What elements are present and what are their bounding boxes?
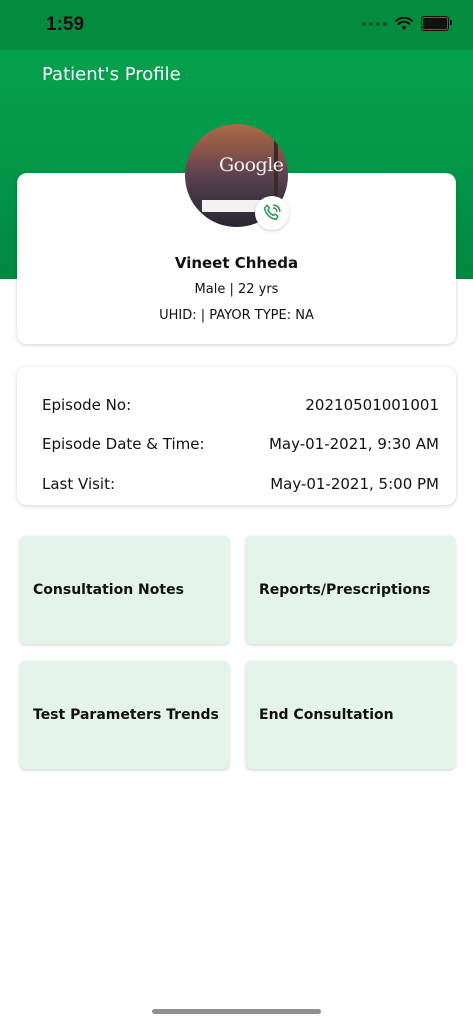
episode-datetime-row: Episode Date & Time: May-01-2021, 9:30 A… — [42, 435, 439, 453]
phone-icon — [263, 204, 281, 220]
test-parameters-trends-button[interactable]: Test Parameters Trends — [20, 661, 229, 769]
battery-icon — [421, 16, 452, 31]
patient-uhid-payor: UHID: | PAYOR TYPE: NA — [159, 308, 314, 323]
episode-datetime-label: Episode Date & Time: — [42, 435, 205, 453]
last-visit-row: Last Visit: May-01-2021, 5:00 PM — [42, 475, 439, 493]
call-button[interactable] — [255, 196, 289, 230]
episode-number-label: Episode No: — [42, 396, 132, 414]
episode-datetime-value: May-01-2021, 9:30 AM — [268, 435, 439, 453]
last-visit-label: Last Visit: — [42, 475, 116, 493]
episode-number-value: 20210501001001 — [305, 396, 439, 414]
consultation-notes-button[interactable]: Consultation Notes — [20, 536, 229, 644]
avatar-logo-text: Google — [219, 154, 284, 176]
cellular-signal-icon — [362, 21, 387, 26]
home-indicator[interactable] — [152, 1009, 321, 1014]
patient-gender-age: Male | 22 yrs — [194, 282, 279, 297]
status-icons — [362, 16, 452, 31]
status-bar: 1:59 — [0, 0, 473, 50]
end-consultation-button[interactable]: End Consultation — [246, 661, 455, 769]
episode-number-row: Episode No: 20210501001001 — [42, 396, 439, 414]
patient-name: Vineet Chheda — [174, 254, 299, 272]
wifi-icon — [395, 16, 413, 30]
page-title: Patient's Profile — [42, 64, 181, 85]
status-time: 1:59 — [46, 14, 85, 35]
reports-prescriptions-button[interactable]: Reports/Prescriptions — [246, 536, 455, 644]
last-visit-value: May-01-2021, 5:00 PM — [270, 475, 439, 493]
